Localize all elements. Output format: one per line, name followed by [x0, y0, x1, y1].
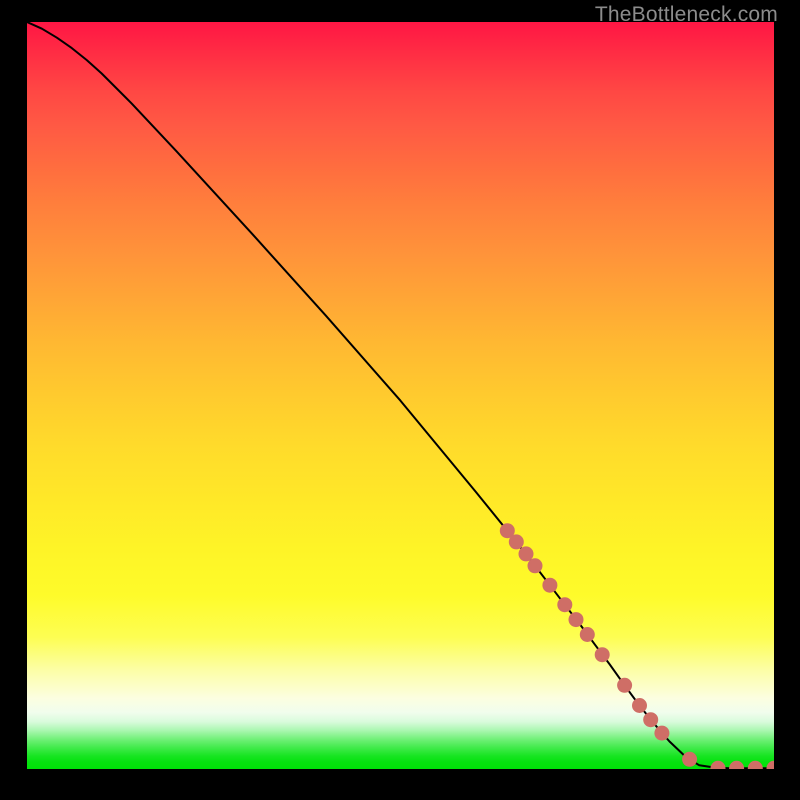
- chart-stage: TheBottleneck.com: [0, 0, 800, 800]
- gradient-band: [27, 637, 774, 670]
- gradient-band: [27, 595, 774, 637]
- chart-plot-area: [27, 22, 774, 769]
- gradient-band: [27, 698, 774, 722]
- watermark-text: TheBottleneck.com: [595, 3, 778, 27]
- gradient-band: [27, 670, 774, 698]
- gradient-band: [27, 22, 774, 595]
- gradient-band: [27, 722, 774, 769]
